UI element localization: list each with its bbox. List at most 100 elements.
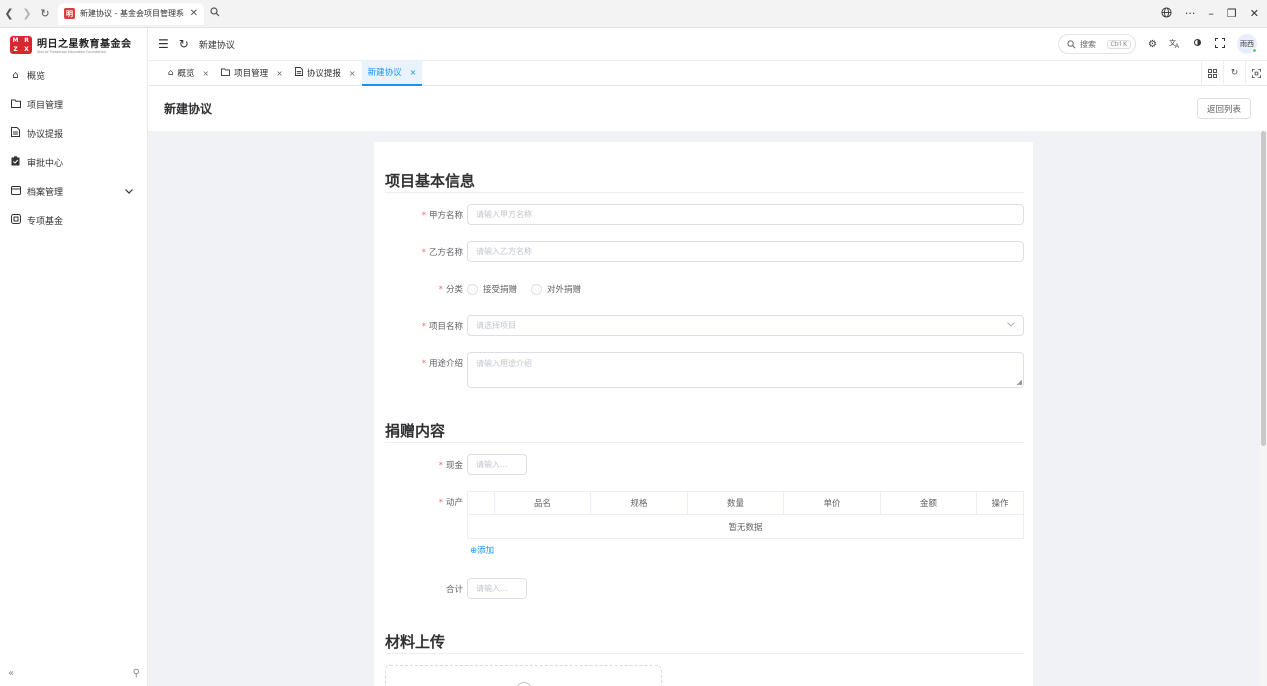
radio-circle	[531, 283, 543, 295]
clipboard-icon	[10, 156, 21, 169]
archive-icon	[10, 185, 21, 198]
sidebar-item-label: 协议提报	[27, 130, 64, 140]
close-window-icon[interactable]: ✕	[1250, 7, 1259, 20]
global-search-button[interactable]: 搜索 Ctrl K	[1058, 34, 1137, 54]
forward-arrow-icon[interactable]: ❯	[18, 5, 36, 23]
back-to-list-button[interactable]: 返回列表	[1196, 98, 1251, 119]
cash-input[interactable]: 请输入...	[467, 454, 527, 475]
category-label: * 分类	[438, 285, 463, 295]
divider	[385, 653, 1024, 654]
tag-projects[interactable]: 项目管理 ×	[215, 61, 289, 86]
tag-agreements[interactable]: 协议提报 ×	[289, 61, 362, 86]
movable-assets-table: 品名 规格 数量 单价 金额 操作 暂无数据	[467, 491, 1024, 539]
browser-tab[interactable]: 明 新建协议 - 基金会项目管理系 ✕	[58, 2, 204, 25]
logo-title: 明日之星教育基金会	[37, 39, 132, 50]
party-b-label: * 乙方名称	[421, 248, 463, 258]
translate-icon[interactable]: 文A	[1169, 38, 1180, 51]
more-icon[interactable]: ···	[1185, 7, 1196, 20]
page-title: 新建协议	[164, 102, 213, 116]
reload-tab-icon[interactable]: ↻	[1223, 60, 1245, 86]
sidebar-item-archive[interactable]: 档案管理	[0, 177, 147, 206]
maximize-content-icon[interactable]	[1245, 60, 1267, 86]
section-title-basic: 项目基本信息	[385, 172, 476, 190]
folder-icon	[221, 67, 231, 79]
minimize-icon[interactable]: –	[1208, 7, 1214, 20]
sidebar: MR ZX 明日之星教育基金会 Star of Tomorrow Educati…	[0, 28, 148, 686]
tags-bar: ⌂ 概览 × 项目管理 × 协议提报 × 新建协议 × ↻	[148, 60, 1267, 86]
tab-search-icon[interactable]	[210, 7, 220, 20]
logo[interactable]: MR ZX 明日之星教育基金会 Star of Tomorrow Educati…	[0, 28, 147, 61]
total-input[interactable]: 请输入...	[467, 578, 527, 599]
party-a-label: * 甲方名称	[421, 211, 463, 221]
restore-icon[interactable]: ❐	[1227, 7, 1237, 20]
project-select[interactable]: 请选择项目	[467, 315, 1024, 336]
page-header: 新建协议 返回列表	[148, 86, 1267, 131]
sidebar-item-approval[interactable]: 审批中心	[0, 148, 147, 177]
sidebar-item-label: 档案管理	[27, 188, 64, 198]
chevron-down-icon[interactable]	[125, 187, 133, 196]
sidebar-item-overview[interactable]: ⌂ 概览	[0, 61, 147, 90]
upload-icon	[516, 682, 532, 686]
sidebar-item-agreements[interactable]: 协议提报	[0, 119, 147, 148]
scrollbar[interactable]	[1260, 131, 1267, 686]
globe-icon[interactable]	[1161, 6, 1172, 21]
menu-toggle-icon[interactable]: ☰	[158, 37, 169, 51]
sidebar-item-label: 专项基金	[27, 217, 64, 227]
online-status-dot	[1252, 48, 1257, 53]
fullscreen-icon[interactable]	[1215, 37, 1225, 51]
folder-icon	[10, 99, 21, 111]
cash-label: * 现金	[438, 461, 463, 471]
tag-new-agreement[interactable]: 新建协议 ×	[361, 60, 423, 86]
logo-mark-icon: MR ZX	[10, 35, 32, 54]
logo-subtitle: Star of Tomorrow Education Foundation	[37, 50, 106, 54]
reload-icon[interactable]: ↻	[36, 5, 54, 23]
close-icon[interactable]: ×	[202, 69, 209, 78]
breadcrumb: 新建协议	[198, 40, 235, 51]
section-title-upload: 材料上传	[385, 633, 446, 651]
table-header-amount: 金额	[881, 492, 977, 514]
add-item-link[interactable]: ⊕添加	[470, 544, 494, 556]
file-upload-dropzone[interactable]	[385, 665, 662, 686]
tag-label: 项目管理	[234, 69, 269, 79]
purpose-textarea[interactable]: 请输入用途介绍 ◢	[467, 352, 1024, 388]
section-title-donation: 捐赠内容	[385, 422, 446, 440]
divider	[385, 442, 1024, 443]
sidebar-item-label: 审批中心	[27, 159, 64, 169]
settings-icon[interactable]: ⚙	[1148, 39, 1157, 50]
pin-icon[interactable]: ⚲	[133, 668, 140, 679]
svg-text:A: A	[1175, 44, 1179, 48]
party-b-input[interactable]: 请输入乙方名称	[467, 241, 1024, 262]
search-label: 搜索	[1080, 39, 1097, 49]
refresh-icon[interactable]: ↻	[179, 37, 189, 51]
close-icon[interactable]: ×	[349, 69, 356, 78]
theme-toggle-icon[interactable]	[1192, 37, 1203, 51]
scrollbar-thumb[interactable]	[1261, 131, 1266, 446]
close-icon[interactable]: ×	[276, 69, 283, 78]
close-icon[interactable]: ×	[410, 68, 417, 77]
close-tab-icon[interactable]: ✕	[190, 8, 198, 19]
table-header-actions: 操作	[991, 499, 1009, 509]
grid-icon[interactable]	[1201, 60, 1223, 86]
avatar[interactable]: 雨西	[1237, 34, 1257, 54]
table-header-unit-price: 单价	[784, 492, 881, 514]
tag-overview[interactable]: ⌂ 概览 ×	[162, 61, 215, 86]
collapse-sidebar-icon[interactable]: «	[8, 668, 14, 679]
sidebar-item-projects[interactable]: 项目管理	[0, 90, 147, 119]
back-arrow-icon[interactable]: ❮	[0, 5, 18, 23]
radio-external-donation[interactable]: 对外捐赠	[531, 283, 581, 295]
favicon-icon: 明	[64, 8, 75, 19]
browser-tab-title: 新建协议 - 基金会项目管理系	[80, 9, 184, 18]
purpose-label: * 用途介绍	[421, 359, 463, 369]
search-icon	[1067, 39, 1076, 48]
table-empty-row: 暂无数据	[468, 515, 1023, 538]
party-a-input[interactable]: 请输入甲方名称	[467, 204, 1024, 225]
table-header-quantity: 数量	[688, 492, 784, 514]
project-label: * 项目名称	[421, 322, 463, 332]
tag-label: 协议提报	[306, 69, 341, 79]
resize-handle-icon[interactable]: ◢	[1017, 379, 1022, 386]
document-icon	[10, 127, 21, 140]
sidebar-item-special-fund[interactable]: 专项基金	[0, 206, 147, 235]
movable-label: * 动产	[438, 498, 463, 508]
category-radio-group: 接受捐赠 对外捐赠	[467, 283, 581, 295]
radio-accept-donation[interactable]: 接受捐赠	[467, 283, 517, 295]
